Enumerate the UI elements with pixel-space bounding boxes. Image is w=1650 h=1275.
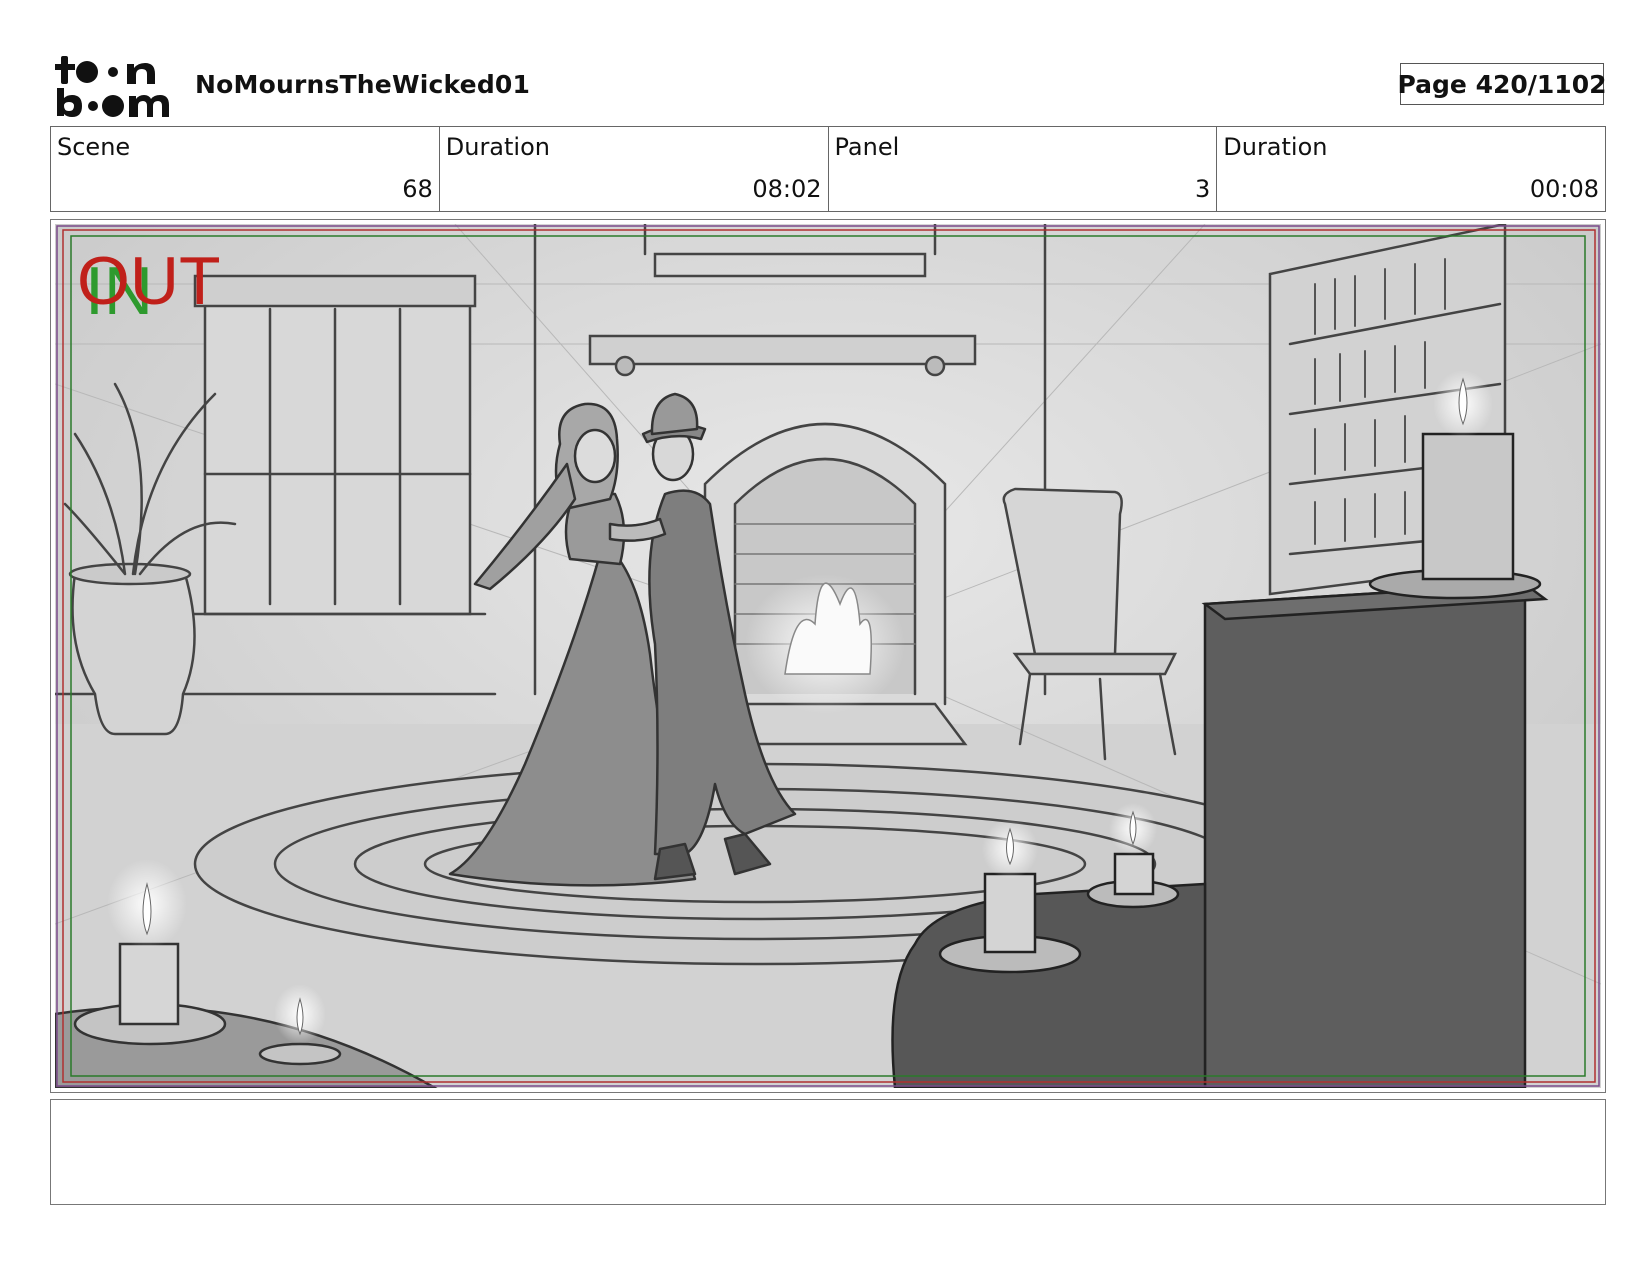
storyboard-panel: IN OUT bbox=[50, 219, 1606, 1093]
overlay-out-label: OUT bbox=[77, 243, 221, 319]
page-indicator: Page 420/1102 bbox=[1397, 63, 1607, 105]
panel-duration-value: 00:08 bbox=[1529, 175, 1599, 203]
info-strip: Scene 68 Duration 08:02 Panel 3 Duration… bbox=[50, 126, 1606, 212]
page-label: Page bbox=[1397, 69, 1467, 99]
panel-value: 3 bbox=[1194, 175, 1211, 203]
scene-duration-cell: Duration 08:02 bbox=[440, 127, 829, 211]
toon-boom-logo bbox=[55, 52, 173, 118]
panel-duration-cell: Duration 00:08 bbox=[1217, 127, 1605, 211]
panel-label: Panel bbox=[834, 133, 900, 161]
scene-duration-label: Duration bbox=[445, 133, 550, 161]
panel-cell: Panel 3 bbox=[829, 127, 1218, 211]
panel-sketch: IN OUT bbox=[55, 224, 1601, 1088]
scene-cell: Scene 68 bbox=[51, 127, 440, 211]
scene-value: 68 bbox=[402, 175, 433, 203]
panel-notes-box bbox=[50, 1099, 1606, 1205]
scene-label: Scene bbox=[57, 133, 131, 161]
project-name: NoMournsTheWicked01 bbox=[195, 70, 531, 99]
scene-duration-value: 08:02 bbox=[752, 175, 822, 203]
page-number: 420/1102 bbox=[1475, 69, 1607, 99]
panel-duration-label: Duration bbox=[1223, 133, 1328, 161]
